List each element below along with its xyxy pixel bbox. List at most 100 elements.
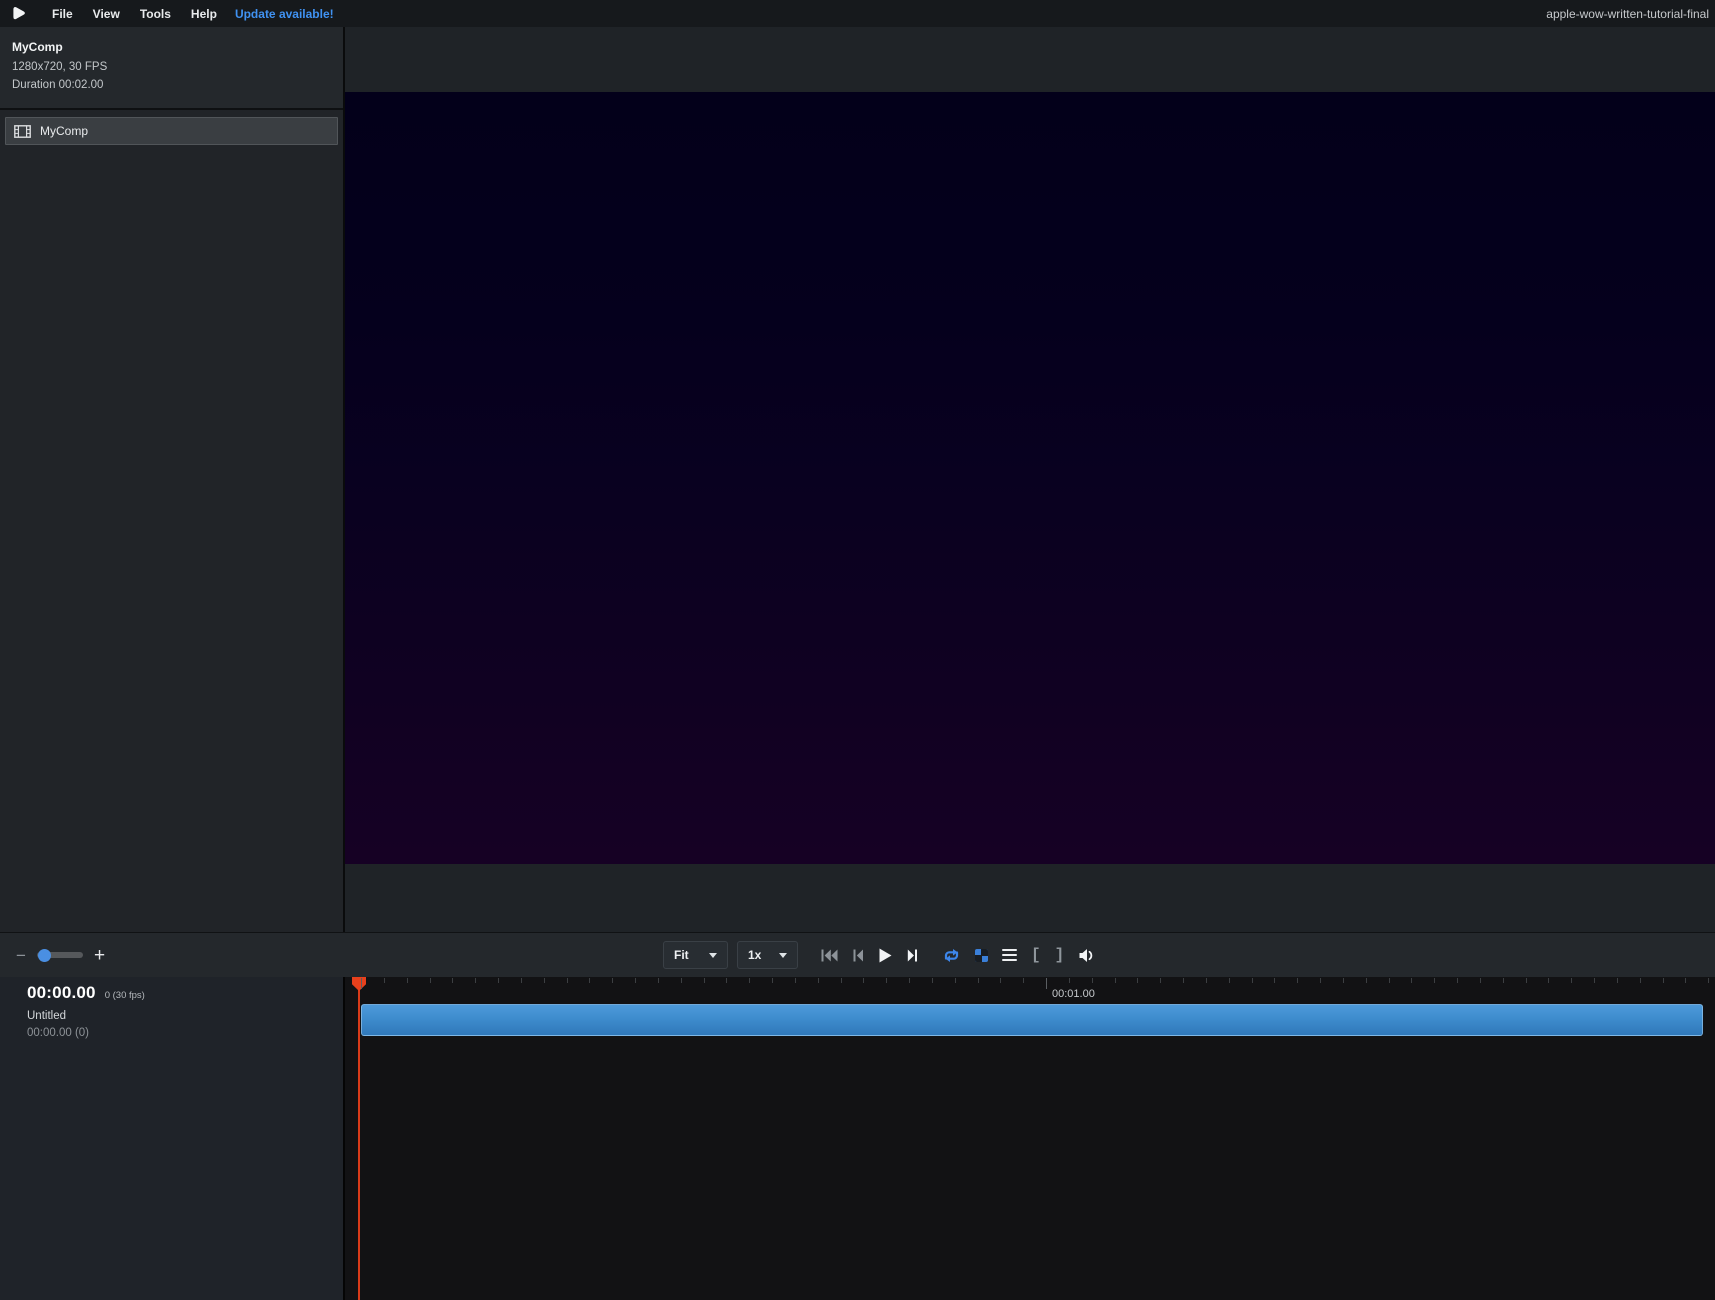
volume-icon[interactable]	[1078, 948, 1095, 963]
speed-dropdown[interactable]: 1x	[737, 941, 798, 969]
zoom-in-button[interactable]: +	[94, 946, 105, 965]
ruler-tick	[841, 978, 842, 983]
ruler-tick	[430, 978, 431, 983]
app-logo-icon[interactable]	[11, 6, 26, 21]
ruler-tick	[1229, 978, 1230, 983]
skip-to-start-button[interactable]	[821, 949, 838, 962]
ruler-tick	[1503, 978, 1504, 983]
ruler-tick	[612, 978, 613, 983]
playhead-line[interactable]	[358, 982, 360, 1300]
viewer-panel	[343, 27, 1715, 932]
playback-controls: Fit 1x	[663, 941, 1095, 969]
viewer-options: [ ]	[942, 947, 1095, 963]
ruler-tick	[1434, 978, 1435, 983]
fit-dropdown[interactable]: Fit	[663, 941, 728, 969]
ruler-tick	[1160, 978, 1161, 983]
ruler-tick	[886, 978, 887, 983]
composition-resolution: 1280x720, 30 FPS	[12, 61, 331, 73]
viewport-canvas[interactable]	[345, 92, 1715, 864]
menu-tools[interactable]: Tools	[130, 7, 181, 21]
ruler-second-label: 00:01.00	[1052, 988, 1095, 1000]
ruler-tick	[749, 978, 750, 983]
asset-row-mycomp[interactable]: MyComp	[5, 117, 338, 145]
menu-lines-icon[interactable]	[1002, 949, 1017, 962]
ruler-tick	[1617, 978, 1618, 983]
ruler-tick	[1708, 978, 1709, 983]
menu-file[interactable]: File	[42, 7, 83, 21]
ruler-tick	[681, 978, 682, 983]
ruler-tick	[955, 978, 956, 983]
ruler-tick	[1457, 978, 1458, 983]
ruler-tick	[567, 978, 568, 983]
ruler-tick	[1594, 978, 1595, 983]
app-window: File View Tools Help Update available! a…	[0, 0, 1715, 1300]
ruler-tick	[1206, 978, 1207, 983]
ruler-tick	[1571, 978, 1572, 983]
update-available-link[interactable]: Update available!	[227, 7, 342, 21]
ruler-tick	[772, 978, 773, 983]
ruler-tick	[1320, 978, 1321, 983]
timeline-panel: 00:00.00 0 (30 fps) Untitled 00:00.00 (0…	[0, 977, 1715, 1300]
ruler-tick	[1411, 978, 1412, 983]
ruler-tick	[1480, 978, 1481, 983]
ruler-tick	[1274, 978, 1275, 983]
ruler-tick	[361, 978, 362, 989]
ruler-tick	[1640, 978, 1641, 983]
ruler-tick	[1252, 978, 1253, 983]
timeline-ruler[interactable]: 00:01.00	[343, 977, 1715, 1300]
ruler-tick	[932, 978, 933, 983]
ruler-tick	[818, 978, 819, 983]
ruler-tick	[704, 978, 705, 983]
ruler-tick	[1389, 978, 1390, 983]
ruler-tick	[384, 978, 385, 983]
ruler-tick	[1343, 978, 1344, 983]
ruler-tick	[1000, 978, 1001, 983]
ruler-tick	[589, 978, 590, 983]
ruler-tick	[475, 978, 476, 983]
ruler-tick	[1046, 978, 1047, 989]
zoom-out-button[interactable]: −	[16, 947, 26, 964]
assets-list: MyComp	[0, 110, 343, 932]
composition-duration: Duration 00:02.00	[12, 79, 331, 91]
zoom-slider-knob[interactable]	[38, 949, 51, 962]
ruler-tick	[521, 978, 522, 983]
film-icon	[14, 125, 31, 138]
out-bracket-icon[interactable]: ]	[1055, 947, 1065, 963]
play-button[interactable]	[879, 948, 892, 963]
ruler-tick	[909, 978, 910, 983]
ruler-tick	[978, 978, 979, 983]
timeline-comp-name: Untitled	[27, 1010, 343, 1022]
composition-info: MyComp 1280x720, 30 FPS Duration 00:02.0…	[0, 27, 343, 110]
ruler-tick	[863, 978, 864, 983]
timeline-info: 00:00.00 0 (30 fps) Untitled 00:00.00 (0…	[0, 977, 343, 1300]
ruler-tick	[1297, 978, 1298, 983]
playhead-marker[interactable]	[352, 977, 366, 991]
checkerboard-icon[interactable]	[975, 949, 988, 962]
viewer-zoom-controls: − +	[16, 933, 105, 977]
menu-view[interactable]: View	[83, 7, 130, 21]
assets-panel: MyComp 1280x720, 30 FPS Duration 00:02.0…	[0, 27, 343, 932]
chevron-down-icon	[709, 953, 717, 958]
fit-dropdown-value: Fit	[674, 948, 689, 962]
ruler-tick	[1183, 978, 1184, 983]
menu-help[interactable]: Help	[181, 7, 227, 21]
ruler-tick	[452, 978, 453, 983]
ruler-tick	[1023, 978, 1024, 983]
loop-icon[interactable]	[942, 948, 961, 963]
previous-frame-button[interactable]	[853, 949, 864, 962]
in-bracket-icon[interactable]: [	[1031, 947, 1041, 963]
ruler-tick	[1663, 978, 1664, 983]
ruler-tick	[795, 978, 796, 983]
current-time-display[interactable]: 00:00.00	[27, 983, 96, 1003]
ruler-tick	[726, 978, 727, 983]
timeline-clip[interactable]	[361, 1004, 1703, 1036]
zoom-slider[interactable]	[37, 952, 83, 958]
ruler-tick	[635, 978, 636, 983]
ruler-tick	[544, 978, 545, 983]
asset-label: MyComp	[40, 124, 88, 138]
next-frame-button[interactable]	[907, 949, 918, 962]
ruler-tick	[1685, 978, 1686, 983]
document-title: apple-wow-written-tutorial-final	[1546, 7, 1715, 21]
menu-bar: File View Tools Help Update available! a…	[0, 0, 1715, 27]
ruler-tick	[1548, 978, 1549, 983]
